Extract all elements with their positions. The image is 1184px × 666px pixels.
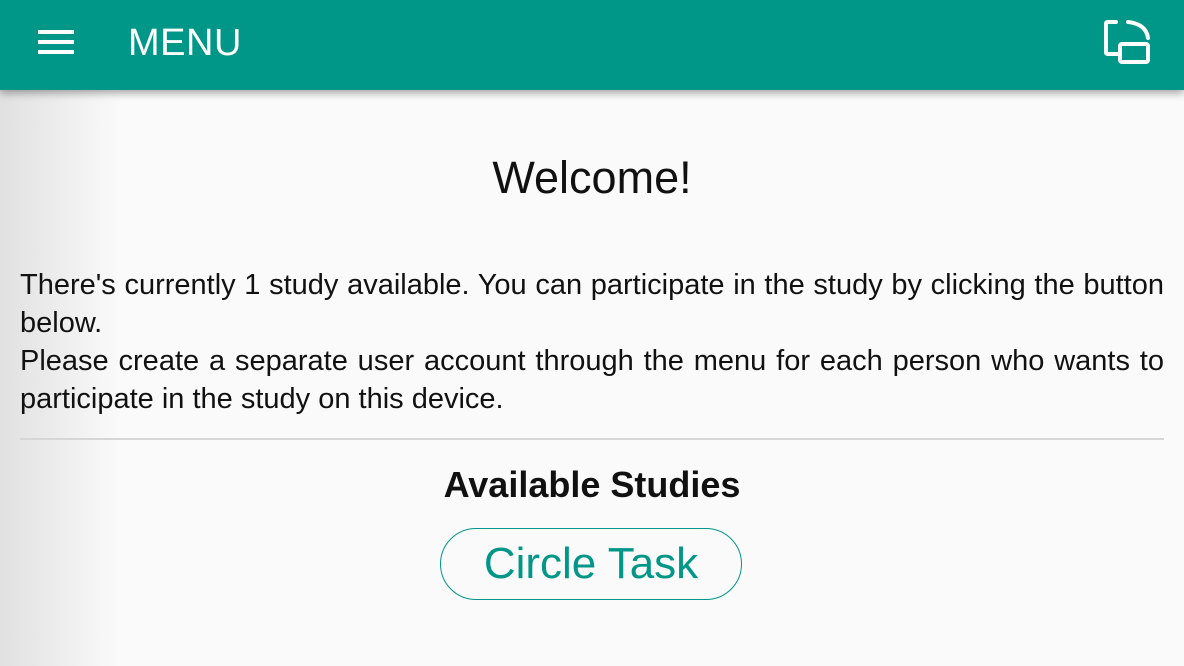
hamburger-menu-icon[interactable]: [38, 30, 74, 54]
app-bar-title[interactable]: MENU: [128, 20, 242, 66]
divider: [20, 438, 1164, 440]
welcome-heading: Welcome!: [492, 152, 692, 203]
intro-paragraph-1: There's currently 1 study available. You…: [20, 269, 1164, 339]
app-bar: MENU: [0, 0, 1184, 90]
screen-rotation-icon[interactable]: [1102, 18, 1154, 66]
available-studies-heading: Available Studies: [443, 464, 741, 505]
intro-paragraph-2: Please create a separate user account th…: [20, 345, 1164, 415]
intro-text: There's currently 1 study available. You…: [20, 266, 1164, 418]
study-button-circle-task[interactable]: Circle Task: [440, 528, 742, 600]
